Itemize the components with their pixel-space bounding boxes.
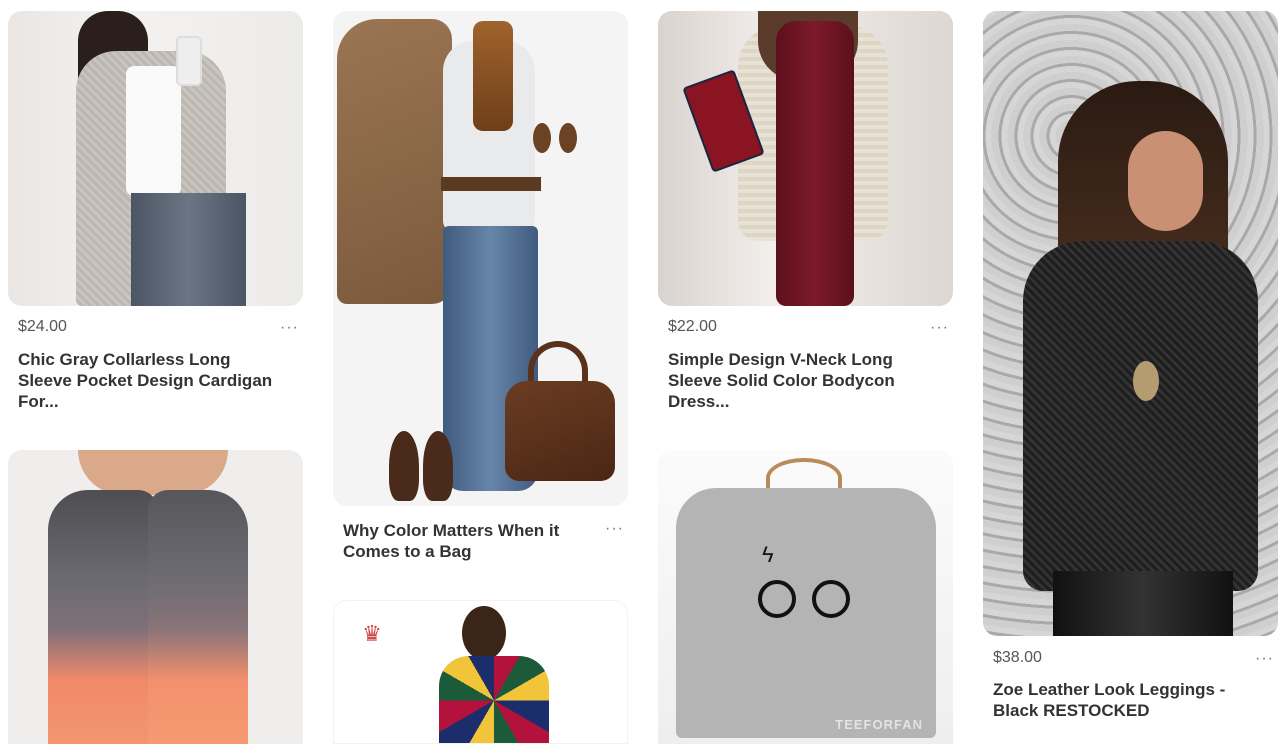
pin-image-burgundy-dress[interactable] (658, 11, 953, 306)
brand-logo-icon: ♛ (362, 621, 382, 646)
pin-title-line: Chic Gray Collarless Long (18, 350, 231, 369)
image-detail (462, 606, 506, 660)
image-detail (337, 19, 452, 304)
pin-title-line: Why Color Matters When it (343, 521, 560, 540)
more-options-icon[interactable]: ··· (930, 320, 949, 336)
image-detail (505, 381, 615, 481)
lightning-bolt-icon: ϟ (762, 542, 774, 567)
image-detail (1053, 571, 1233, 636)
pin-price: $24.00 (18, 318, 67, 335)
glasses-icon (758, 580, 854, 620)
pin-title[interactable]: Why Color Matters When it Comes to a Bag (343, 520, 559, 562)
image-detail (1023, 241, 1258, 591)
image-detail (126, 66, 181, 196)
pin-image-leggings[interactable] (8, 450, 303, 744)
image-detail (533, 123, 551, 153)
more-options-icon[interactable]: ··· (605, 521, 624, 537)
pin-image-tshirt[interactable]: ϟ TEEFORFAN (658, 450, 953, 744)
more-options-icon[interactable]: ··· (1255, 651, 1274, 667)
image-detail (78, 450, 228, 495)
pin-image-black-sweater[interactable] (983, 11, 1278, 636)
pin-price: $38.00 (993, 649, 1042, 666)
pin-image-outfit-collage[interactable] (333, 11, 628, 506)
image-detail (776, 21, 854, 306)
watermark: TEEFORFAN (835, 717, 923, 732)
image-detail (1128, 131, 1203, 231)
pin-title-line: Black RESTOCKED (993, 701, 1150, 720)
pin-title-line: Zoe Leather Look Leggings - (993, 680, 1226, 699)
pin-image-gray-cardigan[interactable] (8, 11, 303, 306)
pin-title-line: Sleeve Solid Color Bodycon (668, 371, 895, 390)
pin-title-line: Simple Design V-Neck Long (668, 350, 893, 369)
image-detail (441, 177, 541, 191)
image-detail (439, 656, 549, 743)
pin-title-line: Comes to a Bag (343, 542, 472, 561)
pin-title-line: Dress... (668, 392, 730, 411)
image-detail (559, 123, 577, 153)
pin-title[interactable]: Zoe Leather Look Leggings - Black RESTOC… (993, 679, 1225, 721)
image-detail (131, 193, 246, 306)
image-detail (389, 431, 419, 501)
pin-price: $22.00 (668, 318, 717, 335)
image-detail (176, 36, 202, 86)
image-detail (1133, 361, 1159, 401)
image-detail (148, 490, 248, 744)
pin-title-line: For... (18, 392, 59, 411)
pin-title-line: Sleeve Pocket Design Cardigan (18, 371, 273, 390)
pin-title[interactable]: Chic Gray Collarless Long Sleeve Pocket … (18, 349, 272, 412)
more-options-icon[interactable]: ··· (280, 320, 299, 336)
image-detail (473, 21, 513, 131)
pin-title[interactable]: Simple Design V-Neck Long Sleeve Solid C… (668, 349, 895, 412)
image-detail (423, 431, 453, 501)
pin-image-african-print[interactable]: ♛ (333, 600, 628, 744)
image-detail (48, 490, 158, 744)
